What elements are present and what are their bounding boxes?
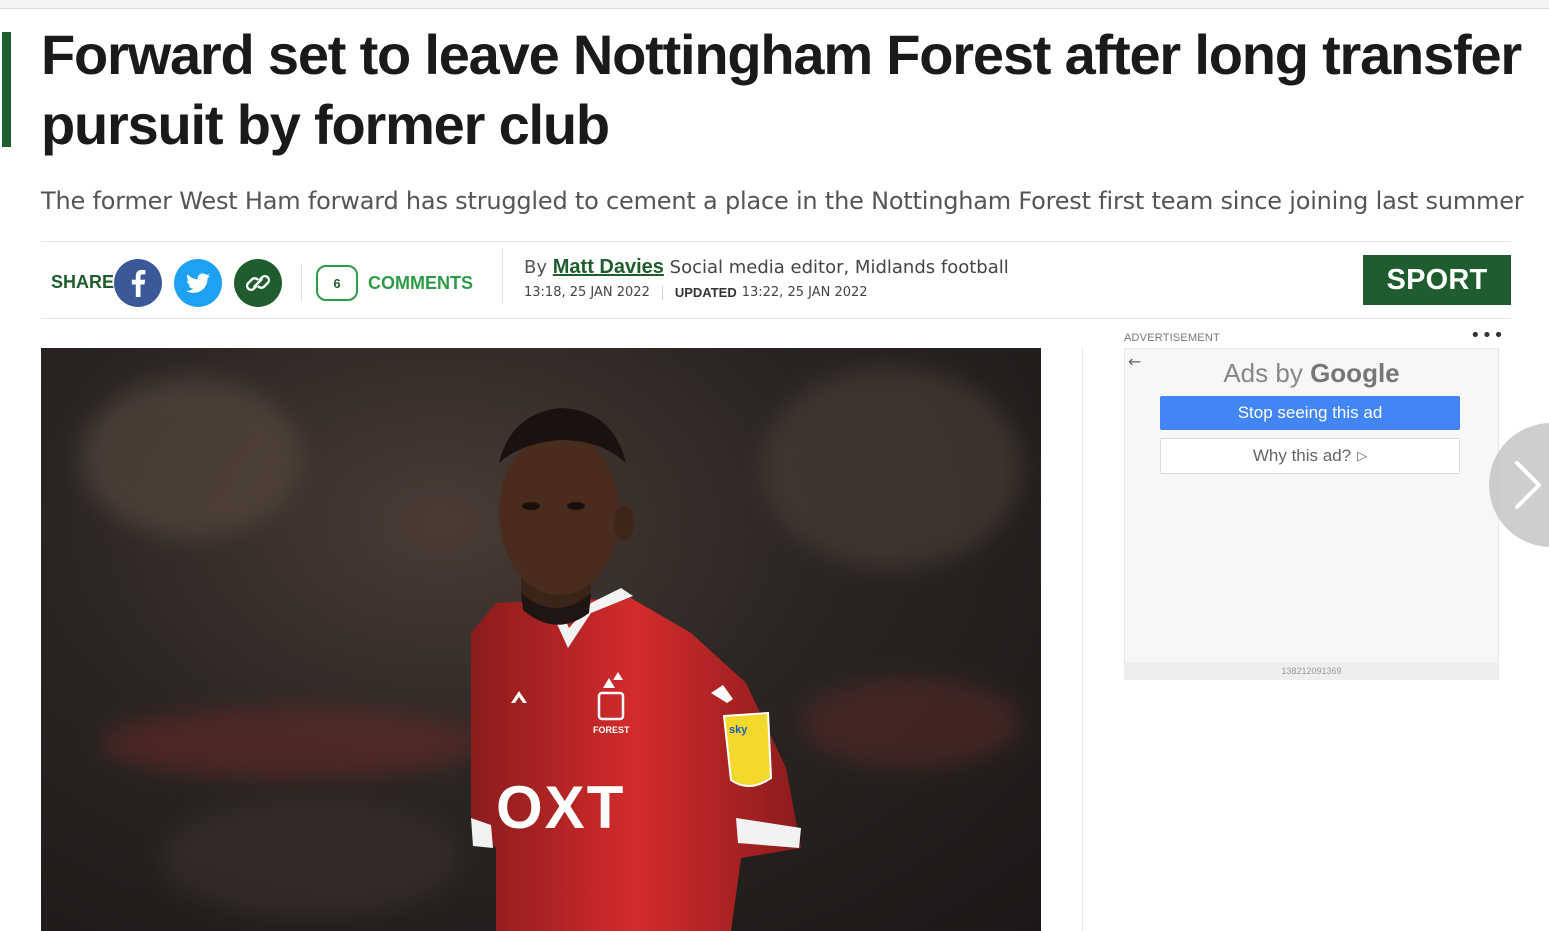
ad-options-icon[interactable]: ••• [1470,327,1505,345]
share-copy-link-button[interactable] [234,259,282,307]
advertisement-label: ADVERTISEMENT [1124,332,1220,344]
share-twitter-button[interactable] [174,259,222,307]
player-photo: FOREST sky OXT [471,408,801,931]
ads-by-text: Ads by [1223,358,1303,388]
share-label: SHARE [51,272,115,292]
link-icon [245,275,271,291]
article-dates: 13:18, 25 JAN 2022 UPDATED 13:22, 25 JAN… [524,285,868,300]
meta-separator [502,248,503,304]
google-logo-text: Google [1310,358,1400,388]
facebook-icon [131,269,146,297]
why-this-ad-button[interactable]: Why this ad? ▷ [1160,438,1460,474]
adchoices-icon: ▷ [1357,448,1368,463]
top-rule [0,0,1549,9]
comments-label: COMMENTS [368,272,473,293]
chevron-right-icon [1515,461,1541,509]
byline-prefix: By [524,257,548,278]
ads-by-google: Ads by Google [1124,358,1499,389]
article-standfirst: The former West Ham forward has struggle… [41,187,1524,215]
headline-accent-bar [2,32,11,147]
ad-id: 138212091369 [1124,662,1499,680]
published-time: 13:18, 25 JAN 2022 [524,285,650,300]
article-meta-bar: SHARE 6 COMMENTS By Matt Davies Social m… [41,241,1511,319]
author-role: Social media editor, Midlands football [669,257,1009,278]
article-headline: Forward set to leave Nottingham Forest a… [41,23,1522,156]
updated-label: UPDATED [674,285,737,300]
byline: By Matt Davies Social media editor, Midl… [524,256,1009,279]
shirt-sponsor-text: OXT [496,774,625,841]
comment-count: 6 [333,275,341,291]
crest-text: FOREST [593,725,630,735]
author-link[interactable]: Matt Davies [553,256,664,278]
stop-seeing-ad-button[interactable]: Stop seeing this ad [1160,396,1460,430]
column-divider [1082,348,1083,931]
comments-link[interactable]: 6 COMMENTS [316,264,473,302]
meta-separator [301,264,302,302]
hero-image: FOREST sky OXT [41,348,1041,931]
next-article-button[interactable] [1489,423,1549,547]
why-this-ad-label: Why this ad? [1252,446,1352,465]
twitter-icon [186,273,210,293]
share-facebook-button[interactable] [114,259,162,307]
date-separator [661,285,663,300]
comment-count-bubble-icon: 6 [316,265,358,301]
sleeve-badge-text: sky [729,724,748,736]
updated-time: 13:22, 25 JAN 2022 [741,285,868,300]
section-tag-sport[interactable]: SPORT [1363,255,1511,305]
